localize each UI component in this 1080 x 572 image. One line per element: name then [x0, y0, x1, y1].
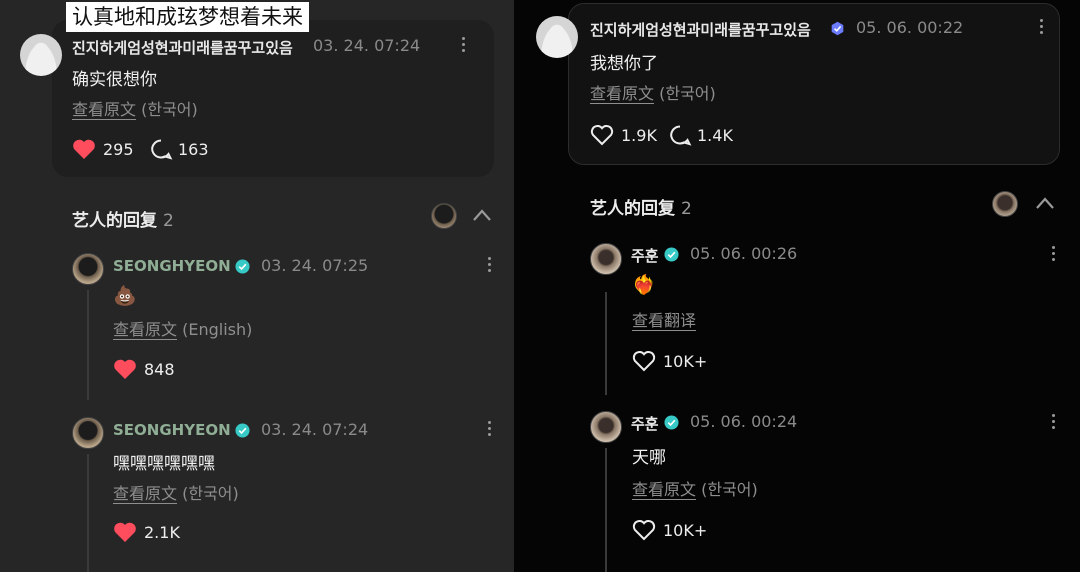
see-original-label[interactable]: 查看原文: [590, 84, 654, 103]
fan-avatar[interactable]: [20, 34, 62, 76]
heart-icon[interactable]: [113, 521, 137, 543]
see-original-label[interactable]: 查看原文: [632, 480, 696, 499]
reply-text: 嘿嘿嘿嘿嘿嘿: [113, 454, 215, 474]
fan-username[interactable]: 진지하게엄성현과미래를꿈꾸고있음: [590, 19, 811, 40]
verified-badge-icon: [235, 423, 250, 438]
more-options-icon[interactable]: [1050, 246, 1056, 264]
artist-avatar[interactable]: [72, 253, 104, 285]
artist-replies-title: 艺人的回复: [590, 199, 675, 219]
see-original-link[interactable]: 查看原文 (한국어): [632, 476, 758, 500]
reply-text: ❤️‍🔥: [632, 274, 656, 296]
heart-outline-icon[interactable]: [590, 124, 614, 146]
thread-line: [605, 292, 607, 395]
verified-badge-icon: [664, 247, 679, 262]
artist-avatar[interactable]: [590, 243, 622, 275]
artist-username[interactable]: SEONGHYEON: [113, 421, 231, 439]
like-count: 1.9K: [621, 126, 657, 145]
reply-timestamp: 05. 06. 00:24: [690, 412, 798, 431]
left-screenshot-panel: 진지하게엄성현과미래를꿈꾸고있음 03. 24. 07:24 确实很想你 查看原…: [0, 0, 514, 572]
see-translation-link[interactable]: 查看翻译: [632, 307, 696, 331]
language-tag: (English): [182, 320, 253, 339]
more-options-icon[interactable]: [486, 421, 492, 439]
artist-username[interactable]: SEONGHYEON: [113, 257, 231, 275]
post-timestamp: 05. 06. 00:22: [856, 18, 964, 37]
artist-avatar-small: [992, 191, 1018, 217]
verified-badge-icon: [235, 259, 250, 274]
like-count: 10K+: [663, 521, 708, 540]
comment-icon[interactable]: [149, 138, 173, 160]
fan-username[interactable]: 진지하게엄성현과미래를꿈꾸고있음: [72, 37, 293, 58]
reply-timestamp: 03. 24. 07:24: [261, 420, 369, 439]
thread-line: [87, 290, 89, 400]
reply-count: 163: [178, 140, 209, 159]
reply-text: 💩: [113, 285, 137, 307]
post-text: 我想你了: [590, 54, 658, 74]
comment-icon[interactable]: [668, 124, 692, 146]
artist-avatar[interactable]: [590, 411, 622, 443]
reply-timestamp: 03. 24. 07:25: [261, 256, 369, 275]
language-tag: (한국어): [141, 100, 198, 119]
artist-avatar-small: [431, 203, 457, 229]
more-options-icon[interactable]: [486, 257, 492, 275]
artist-replies-count: 2: [681, 199, 692, 219]
thread-line: [605, 448, 607, 572]
fan-avatar[interactable]: [536, 16, 578, 58]
language-tag: (한국어): [182, 484, 239, 503]
post-timestamp: 03. 24. 07:24: [313, 36, 421, 55]
more-options-icon[interactable]: [1038, 19, 1044, 37]
reply-count: 1.4K: [697, 126, 733, 145]
reply-timestamp: 05. 06. 00:26: [690, 244, 798, 263]
post-text: 确实很想你: [72, 70, 157, 90]
see-original-label[interactable]: 查看原文: [72, 100, 136, 119]
see-original-link[interactable]: 查看原文 (English): [113, 316, 252, 340]
see-translation-label[interactable]: 查看翻译: [632, 311, 696, 330]
see-original-link[interactable]: 查看原文 (한국어): [113, 480, 239, 504]
like-count: 2.1K: [144, 523, 180, 542]
artist-replies-header: 艺人的回复 2: [72, 206, 174, 231]
like-count: 295: [103, 140, 134, 159]
right-screenshot-panel: 진지하게엄성현과미래를꿈꾸고있음 05. 06. 00:22 我想你了 查看原文…: [514, 0, 1080, 572]
more-options-icon[interactable]: [460, 37, 466, 55]
see-original-link[interactable]: 查看原文 (한국어): [590, 80, 716, 104]
artist-replies-header: 艺人的回复 2: [590, 194, 692, 219]
verified-badge-icon: [664, 415, 679, 430]
caption-overlay: 认真地和成玹梦想着未来: [66, 2, 309, 32]
chevron-up-icon[interactable]: [472, 208, 492, 222]
language-tag: (한국어): [659, 84, 716, 103]
artist-username[interactable]: 주훈: [631, 245, 659, 266]
like-count: 10K+: [663, 352, 708, 371]
artist-replies-count: 2: [163, 211, 174, 231]
like-count: 848: [144, 360, 175, 379]
language-tag: (한국어): [701, 480, 758, 499]
artist-replies-title: 艺人的回复: [72, 211, 157, 231]
heart-icon[interactable]: [72, 138, 96, 160]
see-original-label[interactable]: 查看原文: [113, 320, 177, 339]
chevron-up-icon[interactable]: [1035, 196, 1055, 210]
reply-text: 天哪: [632, 448, 666, 468]
membership-badge-icon: [831, 21, 844, 36]
more-options-icon[interactable]: [1050, 414, 1056, 432]
heart-outline-icon[interactable]: [632, 519, 656, 541]
see-original-link[interactable]: 查看原文 (한국어): [72, 96, 198, 120]
thread-line: [87, 454, 89, 572]
artist-avatar[interactable]: [72, 417, 104, 449]
heart-outline-icon[interactable]: [632, 350, 656, 372]
see-original-label[interactable]: 查看原文: [113, 484, 177, 503]
heart-icon[interactable]: [113, 358, 137, 380]
artist-username[interactable]: 주훈: [631, 413, 659, 434]
